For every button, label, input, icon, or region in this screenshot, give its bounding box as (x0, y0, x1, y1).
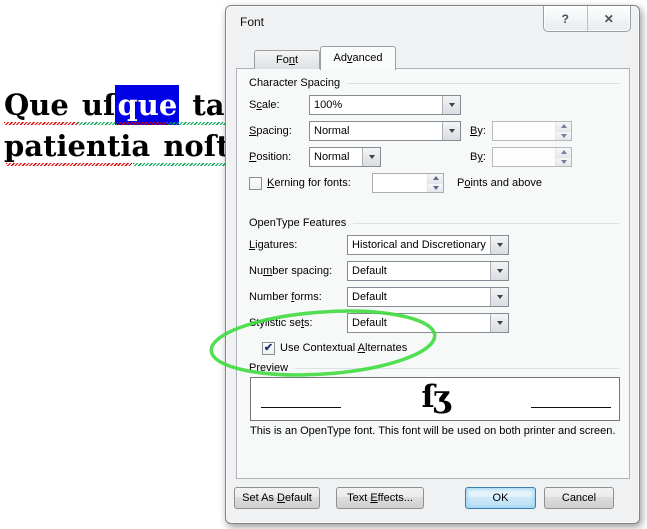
stylistic-sets-value: Default (348, 314, 490, 332)
number-spacing-label: Number spacing: (249, 265, 332, 277)
number-spacing-value: Default (348, 262, 490, 280)
chevron-down-icon[interactable] (490, 236, 508, 254)
opentype-features-heading: OpenType Features (249, 217, 619, 229)
position-row: Position: (249, 147, 291, 167)
character-spacing-heading: Character Spacing (249, 77, 619, 89)
number-forms-dropdown[interactable]: Default (347, 287, 509, 307)
text-effects-button[interactable]: Text Effects... (336, 487, 424, 509)
tab-advanced[interactable]: Advanced (320, 46, 396, 70)
position-by-label-row: By: (470, 147, 486, 167)
stylistic-sets-label: Stylistic sets: (249, 317, 313, 329)
spinner-down-icon[interactable] (556, 132, 571, 141)
scale-row: Scale: (249, 95, 280, 115)
ligatures-label: Ligatures: (249, 239, 297, 251)
scale-value: 100% (310, 96, 442, 114)
preview-rule-right (531, 407, 611, 408)
number-forms-value: Default (348, 288, 490, 306)
section-title: Character Spacing (249, 77, 340, 89)
advanced-tab-panel: Character Spacing Scale: 100% Spacing: N… (236, 68, 630, 479)
position-value: Normal (310, 148, 362, 166)
chevron-down-icon[interactable] (490, 262, 508, 280)
spinner-buttons[interactable] (555, 122, 571, 140)
number-forms-label: Number forms: (249, 291, 322, 303)
section-title: OpenType Features (249, 217, 346, 229)
spacing-label: Spacing: (249, 125, 292, 137)
position-label: Position: (249, 151, 291, 163)
spacing-by-label: By: (470, 125, 486, 137)
ligatures-row: Ligatures: (249, 235, 297, 255)
spellcheck-squiggle (6, 163, 132, 166)
spinner-up-icon[interactable] (556, 148, 571, 158)
selected-text[interactable]: que (115, 85, 179, 125)
contextual-alternates-label: Use Contextual Alternates (280, 342, 407, 354)
section-divider (295, 368, 619, 369)
number-forms-row: Number forms: (249, 287, 322, 307)
spinner-up-icon[interactable] (556, 122, 571, 132)
spinner-up-icon[interactable] (428, 174, 443, 184)
help-button[interactable]: ? (544, 6, 587, 31)
dialog-title: Font (240, 15, 264, 29)
chevron-down-icon[interactable] (490, 288, 508, 306)
font-dialog: Font ? ✕ Font Advanced Character Spacing… (225, 5, 640, 524)
text-before-selection: Que uſ (4, 88, 115, 122)
position-by-input[interactable] (492, 147, 572, 167)
spinner-buttons[interactable] (427, 174, 443, 192)
chevron-down-icon[interactable] (490, 314, 508, 332)
kerning-size-value[interactable] (373, 174, 427, 192)
kerning-points-row: Points and above (457, 173, 542, 193)
spacing-value: Normal (310, 122, 442, 140)
kerning-size-input[interactable] (372, 173, 444, 193)
chevron-down-icon[interactable] (442, 122, 460, 140)
stylistic-sets-row: Stylistic sets: (249, 313, 313, 333)
preview-description: This is an OpenType font. This font will… (250, 425, 615, 437)
help-icon: ? (562, 12, 569, 26)
chevron-down-icon[interactable] (362, 148, 380, 166)
contextual-alternates-row: ✔ Use Contextual Alternates (262, 338, 407, 358)
spacing-by-label-row: By: (470, 121, 486, 141)
spacing-by-input[interactable] (492, 121, 572, 141)
spinner-buttons[interactable] (555, 148, 571, 166)
chevron-down-icon[interactable] (442, 96, 460, 114)
close-icon: ✕ (604, 12, 614, 26)
section-title: Preview (249, 362, 288, 374)
grammar-squiggle (78, 122, 117, 125)
spinner-down-icon[interactable] (556, 158, 571, 167)
set-as-default-button[interactable]: Set As Default (234, 487, 320, 509)
spacing-row: Spacing: (249, 121, 292, 141)
section-divider (353, 223, 619, 224)
grammar-squiggle (133, 163, 227, 166)
kerning-checkbox[interactable] (249, 177, 262, 190)
spellcheck-squiggle (4, 122, 78, 125)
ok-button[interactable]: OK (465, 487, 536, 509)
check-icon: ✔ (264, 343, 273, 354)
scale-dropdown[interactable]: 100% (309, 95, 461, 115)
ligatures-value: Historical and Discretionary (348, 236, 490, 254)
number-spacing-dropdown[interactable]: Default (347, 261, 509, 281)
preview-heading: Preview (249, 362, 619, 374)
spacing-dropdown[interactable]: Normal (309, 121, 461, 141)
position-dropdown[interactable]: Normal (309, 147, 381, 167)
spinner-down-icon[interactable] (428, 184, 443, 193)
preview-glyph: ſʒ (251, 379, 619, 415)
position-by-value[interactable] (493, 148, 555, 166)
close-button[interactable]: ✕ (587, 6, 631, 31)
scale-label: Scale: (249, 99, 280, 111)
ligatures-dropdown[interactable]: Historical and Discretionary (347, 235, 509, 255)
use-contextual-alternates-checkbox[interactable]: ✔ (262, 342, 275, 355)
section-divider (347, 83, 619, 84)
preview-box: ſʒ (250, 377, 620, 421)
kerning-row: Kerning for fonts: (249, 173, 351, 193)
stylistic-sets-dropdown[interactable]: Default (347, 313, 509, 333)
number-spacing-row: Number spacing: (249, 261, 332, 281)
kerning-points-label: Points and above (457, 177, 542, 189)
tab-font[interactable]: Font (254, 50, 320, 69)
position-by-label: By: (470, 151, 486, 163)
window-controls: ? ✕ (543, 6, 631, 32)
cancel-button[interactable]: Cancel (544, 487, 614, 509)
spacing-by-value[interactable] (493, 122, 555, 140)
kerning-label: Kerning for fonts: (267, 177, 351, 189)
spellcheck-squiggle (117, 122, 167, 125)
grammar-squiggle (167, 122, 227, 125)
